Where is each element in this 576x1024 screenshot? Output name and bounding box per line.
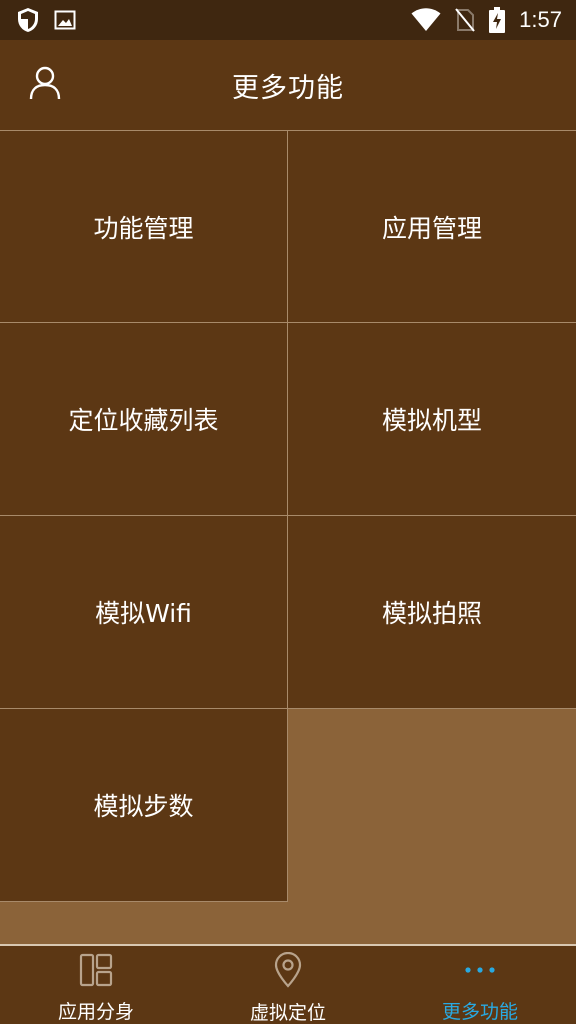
feature-label: 定位收藏列表 bbox=[68, 406, 219, 435]
app-management-button[interactable]: 应用管理 bbox=[288, 130, 576, 323]
simulate-steps-button[interactable]: 模拟步数 bbox=[0, 709, 288, 902]
simulate-wifi-button[interactable]: 模拟Wifi bbox=[0, 516, 288, 709]
no-sim-icon bbox=[455, 8, 475, 32]
feature-label: 模拟Wifi bbox=[95, 599, 192, 628]
status-left bbox=[16, 7, 76, 33]
user-button[interactable] bbox=[26, 66, 64, 104]
feature-grid: 功能管理 应用管理 定位收藏列表 模拟机型 模拟Wifi 模拟拍照 模拟步数 bbox=[0, 130, 576, 902]
feature-label: 应用管理 bbox=[381, 213, 482, 243]
nav-item-app-clone[interactable]: 应用分身 bbox=[0, 946, 192, 1024]
nav-label: 应用分身 bbox=[57, 1001, 134, 1023]
battery-charging-icon bbox=[489, 7, 506, 33]
nav-label: 更多功能 bbox=[441, 1001, 518, 1023]
image-icon bbox=[54, 9, 76, 31]
app-bar: 更多功能 bbox=[0, 40, 576, 130]
wifi-icon bbox=[411, 8, 441, 32]
status-right: 1:57 bbox=[411, 7, 562, 33]
feature-management-button[interactable]: 功能管理 bbox=[0, 130, 288, 323]
location-pin-icon bbox=[273, 952, 303, 988]
feature-label: 功能管理 bbox=[93, 213, 194, 243]
feature-label: 模拟步数 bbox=[93, 792, 194, 821]
user-icon bbox=[29, 66, 61, 104]
bottom-nav: 应用分身 虚拟定位 更多功能 bbox=[0, 944, 576, 1024]
feature-label: 模拟机型 bbox=[381, 406, 482, 435]
nav-item-virtual-location[interactable]: 虚拟定位 bbox=[192, 946, 384, 1024]
location-favorites-button[interactable]: 定位收藏列表 bbox=[0, 323, 288, 516]
nav-item-more-features[interactable]: 更多功能 bbox=[384, 946, 576, 1024]
status-bar: 1:57 bbox=[0, 0, 576, 40]
shield-icon bbox=[16, 7, 40, 33]
page-title: 更多功能 bbox=[232, 72, 344, 104]
simulate-device-button[interactable]: 模拟机型 bbox=[288, 323, 576, 516]
status-time: 1:57 bbox=[519, 7, 562, 32]
more-dots-icon bbox=[463, 952, 497, 987]
simulate-camera-button[interactable]: 模拟拍照 bbox=[288, 516, 576, 709]
layout-icon bbox=[79, 952, 113, 987]
feature-label: 模拟拍照 bbox=[381, 599, 482, 628]
nav-label: 虚拟定位 bbox=[249, 1002, 326, 1024]
